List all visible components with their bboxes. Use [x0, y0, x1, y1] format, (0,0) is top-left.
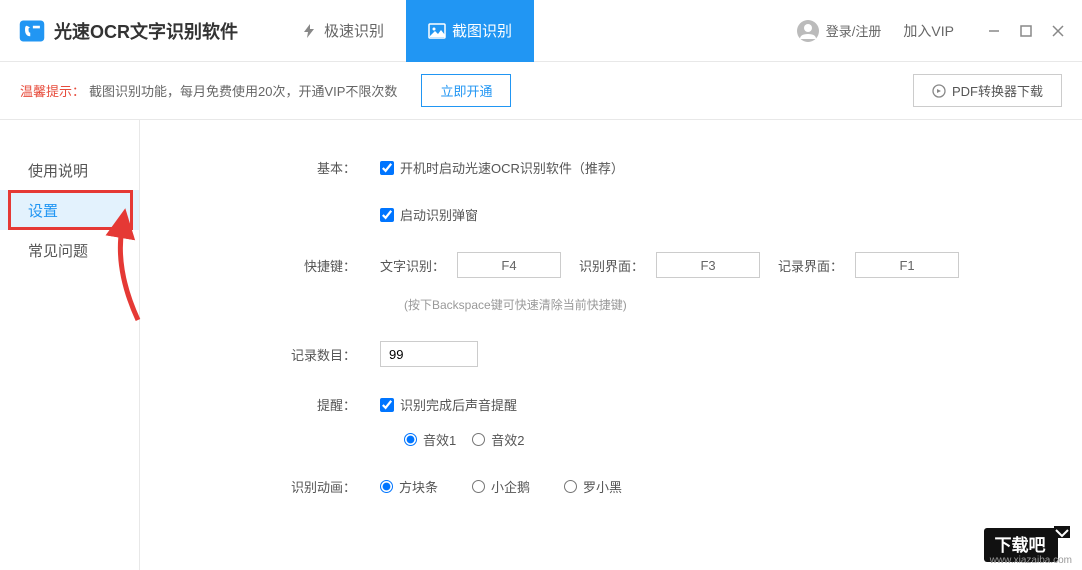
tab-speed-recognition[interactable]: 极速识别: [278, 0, 406, 62]
pdf-converter-button[interactable]: PDF转换器下载: [913, 74, 1062, 107]
open-vip-button[interactable]: 立即开通: [421, 74, 511, 107]
autostart-checkbox[interactable]: 开机时启动光速OCR识别软件（推荐）: [380, 158, 624, 177]
popup-checkbox[interactable]: 启动识别弹窗: [380, 205, 478, 224]
notify-label: 提醒：: [140, 395, 380, 414]
login-label: 登录/注册: [826, 21, 882, 40]
sound1-label: 音效1: [423, 430, 456, 449]
shortcut-text-input[interactable]: [457, 252, 561, 278]
shortcut-record-input[interactable]: [855, 252, 959, 278]
sidebar-item-settings[interactable]: 设置: [0, 190, 139, 230]
logo-icon: [18, 17, 46, 45]
sidebar-settings-label: 设置: [28, 200, 58, 221]
sound1-radio[interactable]: 音效1: [404, 430, 456, 449]
watermark-url: www.xiazaiba.com: [990, 555, 1072, 566]
animation-label: 识别动画：: [140, 477, 380, 496]
sidebar: 使用说明 设置 常见问题: [0, 120, 140, 570]
anim2-label: 小企鹅: [491, 477, 530, 496]
pdf-icon: [932, 84, 946, 98]
sound2-label: 音效2: [491, 430, 524, 449]
sidebar-item-faq[interactable]: 常见问题: [0, 230, 139, 270]
shortcut-hint: (按下Backspace键可快速清除当前快捷键): [140, 296, 1082, 313]
app-logo: 光速OCR文字识别软件: [18, 17, 238, 45]
svg-text:下载吧: 下载吧: [995, 535, 1046, 555]
anim3-label: 罗小黑: [583, 477, 622, 496]
anim2-radio[interactable]: 小企鹅: [472, 477, 530, 496]
sidebar-item-instructions[interactable]: 使用说明: [0, 150, 139, 190]
close-button[interactable]: [1050, 23, 1066, 39]
popup-input[interactable]: [380, 208, 394, 222]
sound1-input[interactable]: [404, 433, 417, 446]
tab-screenshot-label: 截图识别: [452, 20, 512, 41]
image-icon: [428, 22, 446, 40]
app-title: 光速OCR文字识别软件: [54, 18, 238, 44]
shortcut-record-label: 记录界面：: [778, 256, 843, 275]
anim1-input[interactable]: [380, 480, 393, 493]
tab-speed-label: 极速识别: [324, 20, 384, 41]
notify-checkbox[interactable]: 识别完成后声音提醒: [380, 395, 517, 414]
login-link[interactable]: 登录/注册: [796, 19, 882, 43]
pdf-button-label: PDF转换器下载: [952, 81, 1043, 100]
watermark: 下载吧 www.xiazaiba.com: [982, 524, 1072, 564]
notify-text: 识别完成后声音提醒: [400, 395, 517, 414]
notify-input[interactable]: [380, 398, 394, 412]
banner-tip-label: 温馨提示：: [20, 81, 85, 100]
shortcut-text-label: 文字识别：: [380, 256, 445, 275]
anim3-radio[interactable]: 罗小黑: [564, 477, 622, 496]
basic-label: 基本：: [140, 158, 380, 177]
lightning-icon: [300, 22, 318, 40]
popup-label: 启动识别弹窗: [400, 205, 478, 224]
shortcut-ui-input[interactable]: [656, 252, 760, 278]
anim1-radio[interactable]: 方块条: [380, 477, 438, 496]
settings-panel: 基本： 开机时启动光速OCR识别软件（推荐） 启动识别弹窗 快捷键：: [140, 120, 1082, 570]
banner-text: 截图识别功能，每月免费使用20次，开通VIP不限次数: [89, 81, 397, 100]
anim3-input[interactable]: [564, 480, 577, 493]
tab-screenshot-recognition[interactable]: 截图识别: [406, 0, 534, 62]
highlight-annotation: [8, 190, 133, 230]
vip-link[interactable]: 加入VIP: [903, 21, 954, 41]
maximize-button[interactable]: [1018, 23, 1034, 39]
sound2-input[interactable]: [472, 433, 485, 446]
autostart-input[interactable]: [380, 161, 394, 175]
minimize-button[interactable]: [986, 23, 1002, 39]
sound2-radio[interactable]: 音效2: [472, 430, 524, 449]
anim1-label: 方块条: [399, 477, 438, 496]
shortcut-ui-label: 识别界面：: [579, 256, 644, 275]
anim2-input[interactable]: [472, 480, 485, 493]
avatar-icon: [796, 19, 820, 43]
records-label: 记录数目：: [140, 345, 380, 364]
autostart-label: 开机时启动光速OCR识别软件（推荐）: [400, 158, 624, 177]
records-input[interactable]: [380, 341, 478, 367]
shortcut-label: 快捷键：: [140, 256, 380, 275]
